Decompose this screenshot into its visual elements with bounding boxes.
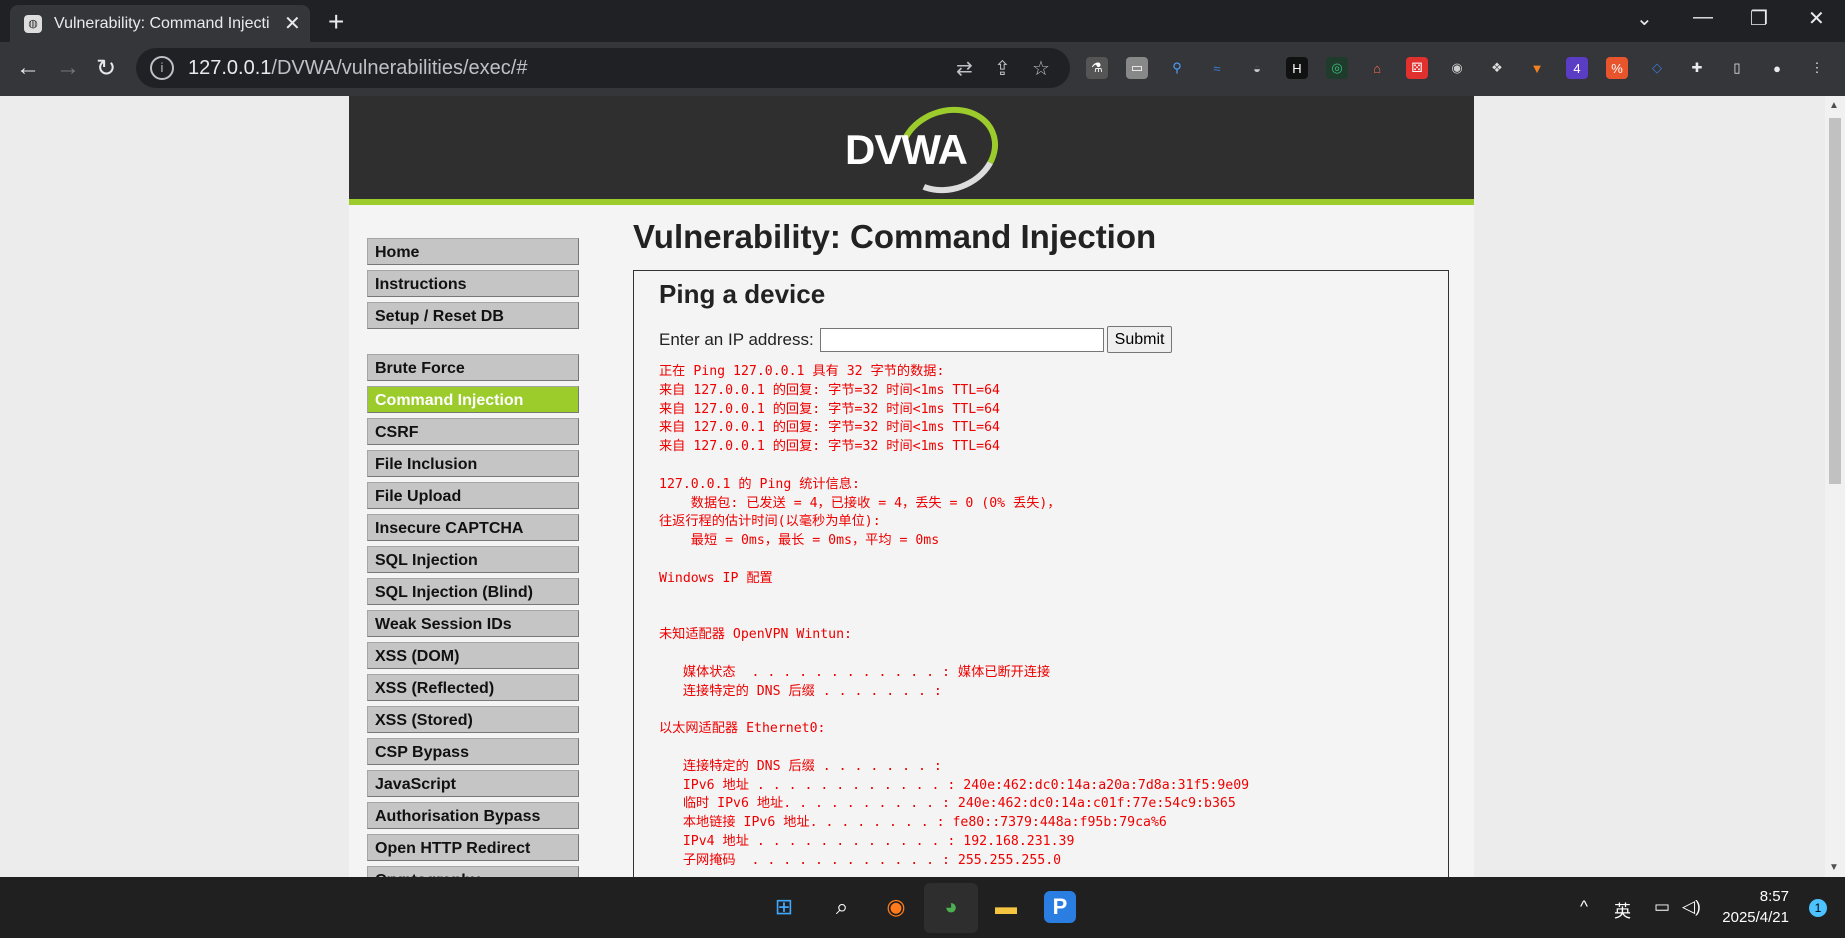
menu-xss-stored[interactable]: XSS (Stored) [367, 706, 579, 733]
volume-icon[interactable]: ◁) [1682, 897, 1701, 917]
extension-percent-icon[interactable]: % [1606, 57, 1628, 79]
close-tab-icon[interactable]: ✕ [284, 11, 301, 36]
menu-cryptography[interactable]: Cryptography [367, 866, 579, 877]
search-icon[interactable]: ⌕ [826, 891, 858, 923]
page-viewport: DVWA Home Instructions Setup / Reset DB … [0, 96, 1825, 877]
dvwa-favicon-icon: ◍ [24, 14, 42, 33]
windows-taskbar: ⊞ ⌕ ◉ ◕ ▬ P ^ 英 ▭ ◁) 8:57 2025/4/21 1 [0, 877, 1845, 938]
tab-search-icon[interactable]: ⌄ [1636, 6, 1653, 31]
submit-button[interactable]: Submit [1106, 326, 1173, 353]
menu-insecure-captcha[interactable]: Insecure CAPTCHA [367, 514, 579, 541]
menu-authorisation-bypass[interactable]: Authorisation Bypass [367, 802, 579, 829]
menu-file-inclusion[interactable]: File Inclusion [367, 450, 579, 477]
menu-setup[interactable]: Setup / Reset DB [367, 302, 579, 329]
menu-sql-injection-blind[interactable]: SQL Injection (Blind) [367, 578, 579, 605]
extension-pin-icon[interactable]: ⚲ [1166, 57, 1188, 79]
chrome-icon[interactable]: ◕ [935, 891, 967, 923]
page-scrollbar[interactable]: ▲ ▼ [1825, 96, 1845, 877]
menu-open-http-redirect[interactable]: Open HTTP Redirect [367, 834, 579, 861]
extension-cluster-icon[interactable]: ❖ [1486, 57, 1508, 79]
menu-weak-session-ids[interactable]: Weak Session IDs [367, 610, 579, 637]
dvwa-logo: DVWA [845, 96, 1011, 207]
new-tab-icon[interactable]: + [328, 6, 344, 38]
profile-icon[interactable]: ● [1766, 57, 1788, 79]
menu-xss-dom[interactable]: XSS (DOM) [367, 642, 579, 669]
url-text[interactable]: 127.0.0.1/DVWA/vulnerabilities/exec/# [188, 57, 527, 80]
site-info-icon[interactable]: i [150, 56, 174, 80]
extension-flask-icon[interactable]: ⚗ [1086, 57, 1108, 79]
tray-overflow-icon[interactable]: ^ [1580, 897, 1588, 917]
extension-wave-icon[interactable]: ≈ [1206, 57, 1228, 79]
scroll-thumb[interactable] [1829, 118, 1841, 484]
bookmark-star-icon[interactable]: ☆ [1032, 56, 1050, 81]
ip-label: Enter an IP address: [659, 329, 814, 349]
menu-command-injection[interactable]: Command Injection [367, 386, 579, 413]
extension-shape-icon[interactable]: ◇ [1646, 57, 1668, 79]
tab-title: Vulnerability: Command Injecti [54, 14, 270, 32]
extension-house-icon[interactable]: ⌂ [1366, 57, 1388, 79]
command-output: 正在 Ping 127.0.0.1 具有 32 字节的数据: 来自 127.0.… [659, 364, 1250, 868]
extension-card-icon[interactable]: ▭ [1126, 57, 1148, 79]
page-title: Vulnerability: Command Injection [633, 218, 1157, 255]
restore-icon[interactable]: ❐ [1750, 6, 1768, 31]
extension-ring-icon[interactable]: ◉ [1446, 57, 1468, 79]
translate-icon[interactable]: ⇄ [956, 56, 973, 81]
extension-hackbar-icon[interactable]: H [1286, 57, 1308, 79]
ping-form: Enter an IP address: Submit [659, 326, 1173, 353]
menu-javascript[interactable]: JavaScript [367, 770, 579, 797]
file-explorer-icon[interactable]: ▬ [990, 891, 1022, 923]
tab-strip: ◍ Vulnerability: Command Injecti ✕ + ⌄ —… [0, 0, 1845, 42]
notification-badge[interactable]: 1 [1809, 899, 1827, 917]
menu-csrf[interactable]: CSRF [367, 418, 579, 445]
minimize-icon[interactable]: — [1693, 6, 1713, 29]
side-panel-icon[interactable]: ▯ [1726, 57, 1748, 79]
system-clock[interactable]: 8:57 2025/4/21 [1722, 886, 1789, 928]
scroll-down-icon[interactable]: ▼ [1829, 862, 1839, 873]
ime-indicator[interactable]: 英 [1614, 897, 1631, 922]
extension-fox-icon[interactable]: ▼ [1526, 57, 1548, 79]
extension-hat-icon[interactable]: ◒ [1246, 57, 1268, 79]
reload-icon[interactable]: ↻ [96, 54, 116, 83]
extensions-puzzle-icon[interactable]: ✚ [1686, 57, 1708, 79]
extension-dice-icon[interactable]: ⚄ [1406, 57, 1428, 79]
extension-circle-icon[interactable]: ◎ [1326, 57, 1348, 79]
network-icon[interactable]: ▭ [1654, 897, 1670, 917]
menu-sql-injection[interactable]: SQL Injection [367, 546, 579, 573]
dvwa-header: DVWA [349, 96, 1474, 207]
browser-menu-icon[interactable]: ⋮ [1806, 57, 1828, 79]
back-icon[interactable]: ← [16, 54, 40, 82]
forward-icon[interactable]: → [56, 54, 80, 82]
vulnerable-code-area: Ping a device Enter an IP address: Submi… [633, 270, 1449, 877]
menu-csp-bypass[interactable]: CSP Bypass [367, 738, 579, 765]
dvwa-container: DVWA Home Instructions Setup / Reset DB … [349, 96, 1474, 877]
logo-text: DVWA [845, 126, 968, 173]
menu-instructions[interactable]: Instructions [367, 270, 579, 297]
clock-time: 8:57 [1759, 888, 1789, 905]
browser-tab[interactable]: ◍ Vulnerability: Command Injecti ✕ [10, 5, 310, 42]
menu-xss-reflected[interactable]: XSS (Reflected) [367, 674, 579, 701]
extension-badge-icon[interactable]: 4 [1566, 57, 1588, 79]
menu-home[interactable]: Home [367, 238, 579, 265]
window-close-icon[interactable]: ✕ [1808, 6, 1825, 31]
menu-brute-force[interactable]: Brute Force [367, 354, 579, 381]
ip-input[interactable] [819, 327, 1104, 352]
ping-heading: Ping a device [659, 279, 826, 309]
app-p-icon[interactable]: P [1044, 891, 1076, 923]
address-bar[interactable]: i 127.0.0.1/DVWA/vulnerabilities/exec/# … [136, 48, 1070, 88]
share-icon[interactable]: ⇪ [994, 56, 1011, 81]
firefox-icon[interactable]: ◉ [880, 891, 912, 923]
clock-date: 2025/4/21 [1722, 909, 1789, 926]
start-icon[interactable]: ⊞ [768, 891, 800, 923]
menu-file-upload[interactable]: File Upload [367, 482, 579, 509]
main-menu: Home Instructions Setup / Reset DB Brute… [367, 238, 579, 877]
scroll-up-icon[interactable]: ▲ [1829, 100, 1839, 111]
